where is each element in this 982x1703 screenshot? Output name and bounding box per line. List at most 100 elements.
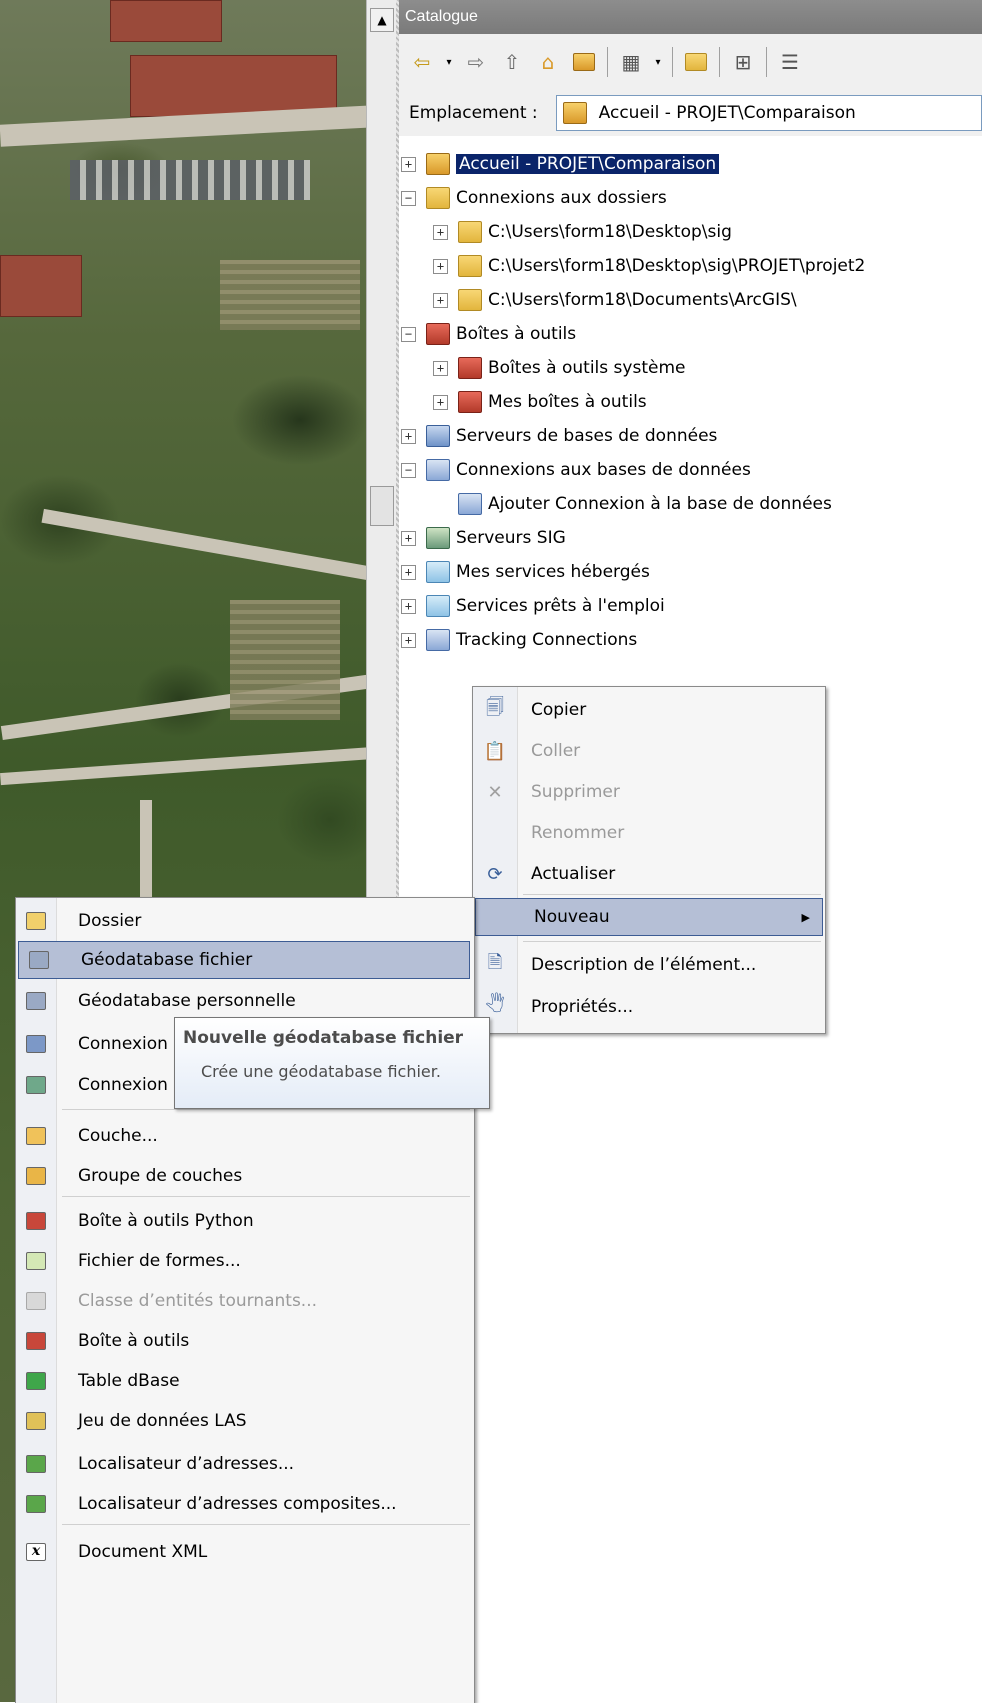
toolbar-separator: [766, 47, 767, 77]
connect-folder-icon[interactable]: [569, 47, 599, 77]
tree-view-icon[interactable]: ⊞: [728, 47, 758, 77]
toolbar-separator: [672, 47, 673, 77]
collapse-icon[interactable]: −: [401, 326, 416, 342]
back-arrow-icon[interactable]: ⇦: [407, 47, 437, 77]
context-menu-item[interactable]: 🖑 Propriétés...: [473, 988, 825, 1026]
context-menu-item[interactable]: 🗎 Description de l’élément...: [473, 946, 825, 984]
views-icon[interactable]: ▦: [616, 47, 646, 77]
submenu-item[interactable]: Fichier de formes...: [16, 1241, 474, 1281]
context-menu-item[interactable]: 🗐 Copier: [473, 691, 825, 729]
scroll-up-button[interactable]: ▲: [370, 8, 394, 32]
tree-item[interactable]: − Boîtes à outils: [399, 317, 982, 351]
catalogue-title: Catalogue: [399, 0, 982, 34]
context-menu-item[interactable]: ⟳ Actualiser: [473, 855, 825, 893]
server-connection-icon: [16, 1076, 56, 1094]
tree-item[interactable]: + Serveurs SIG: [399, 521, 982, 555]
tree-item[interactable]: + Services prêts à l'emploi: [399, 589, 982, 623]
submenu-item[interactable]: Boîte à outils Python: [16, 1201, 474, 1241]
menu-separator: [62, 1109, 470, 1110]
context-menu-item[interactable]: Renommer: [473, 814, 825, 852]
garden-plots: [230, 600, 340, 720]
expand-icon[interactable]: +: [401, 156, 416, 172]
submenu-item[interactable]: Géodatabase fichier: [18, 941, 470, 979]
copy-icon: 🗐: [486, 697, 504, 718]
submenu-item-label: Groupe de couches: [78, 1166, 243, 1186]
las-dataset-icon: [16, 1412, 56, 1430]
tree-item[interactable]: + C:\Users\form18\Documents\ArcGIS\: [399, 283, 982, 317]
expand-icon[interactable]: +: [401, 632, 416, 648]
submenu-item[interactable]: Groupe de couches: [16, 1156, 474, 1196]
description-icon: 🗎: [487, 952, 503, 973]
submenu-item[interactable]: Table dBase: [16, 1361, 474, 1401]
path: [41, 508, 375, 586]
path: [140, 800, 152, 910]
building: [130, 55, 337, 117]
tree-item-label: Boîtes à outils système: [488, 358, 686, 378]
group-layer-icon: [16, 1167, 56, 1185]
expand-icon[interactable]: +: [401, 564, 416, 580]
dropdown-arrow-icon[interactable]: ▾: [652, 47, 664, 77]
svc-icon: [426, 595, 450, 617]
up-arrow-icon: ▲: [377, 13, 387, 27]
collapse-icon[interactable]: −: [401, 190, 416, 206]
tree-item[interactable]: + C:\Users\form18\Desktop\sig\PROJET\proj…: [399, 249, 982, 283]
tree-item-label: Serveurs de bases de données: [456, 426, 718, 446]
tree-item[interactable]: − Connexions aux bases de données: [399, 453, 982, 487]
menu-separator: [62, 1196, 470, 1197]
expand-icon[interactable]: +: [433, 394, 448, 410]
submenu-item[interactable]: Boîte à outils: [16, 1321, 474, 1361]
tree-item[interactable]: + Mes boîtes à outils: [399, 385, 982, 419]
context-menu-item[interactable]: Nouveau ▶: [475, 898, 823, 936]
expand-icon[interactable]: +: [401, 530, 416, 546]
details-icon[interactable]: ☰: [775, 47, 805, 77]
submenu-item[interactable]: Localisateur d’adresses...: [16, 1444, 474, 1484]
home-icon: [426, 153, 450, 175]
tree-item[interactable]: + C:\Users\form18\Desktop\sig: [399, 215, 982, 249]
tree-item-label: C:\Users\form18\Documents\ArcGIS\: [488, 290, 797, 310]
context-menu-item-label: Nouveau: [534, 907, 610, 927]
personal-geodatabase-icon: [16, 992, 56, 1010]
submenu-item[interactable]: Couche...: [16, 1116, 474, 1156]
tree-item[interactable]: + Serveurs de bases de données: [399, 419, 982, 453]
forward-arrow-icon[interactable]: ⇨: [461, 47, 491, 77]
scroll-thumb[interactable]: [370, 486, 394, 526]
up-folder-icon[interactable]: ⇧: [497, 47, 527, 77]
new-folder-icon[interactable]: [681, 47, 711, 77]
submenu-item-label: Connexion: [78, 1075, 168, 1095]
submenu-item[interactable]: Géodatabase personnelle: [16, 981, 474, 1021]
tree-item[interactable]: + Mes services hébergés: [399, 555, 982, 589]
tree-item[interactable]: + Boîtes à outils système: [399, 351, 982, 385]
submenu-item[interactable]: Jeu de données LAS: [16, 1401, 474, 1441]
expand-icon[interactable]: +: [433, 360, 448, 376]
home-folder-icon[interactable]: ⌂: [533, 47, 563, 77]
catalogue-toolbar: ⇦ ▾ ⇨ ⇧ ⌂ ▦ ▾ ⊞ ☰: [399, 34, 982, 91]
menu-separator: [523, 941, 821, 942]
context-menu-item[interactable]: ✕ Supprimer: [473, 773, 825, 811]
refresh-icon: ⟳: [487, 863, 503, 885]
context-menu-item-label: Actualiser: [531, 864, 616, 884]
tree-item[interactable]: − Connexions aux dossiers: [399, 181, 982, 215]
tree-item-label: Connexions aux dossiers: [456, 188, 667, 208]
submenu-item[interactable]: Dossier: [16, 901, 474, 941]
tree-item[interactable]: Ajouter Connexion à la base de données: [399, 487, 982, 521]
dropdown-arrow-icon[interactable]: ▾: [443, 47, 455, 77]
tooltip-title: Nouvelle géodatabase fichier: [183, 1028, 464, 1048]
expand-icon[interactable]: +: [401, 428, 416, 444]
submenu-item[interactable]: Localisateur d’adresses composites...: [16, 1484, 474, 1524]
folder-icon: [16, 912, 56, 930]
location-input[interactable]: Accueil - PROJET\Comparaison: [555, 95, 982, 131]
toolbox-icon: [458, 357, 482, 379]
submenu-item[interactable]: Classe d’entités tournants...: [16, 1281, 474, 1321]
collapse-icon[interactable]: −: [401, 462, 416, 478]
expand-icon[interactable]: +: [433, 224, 448, 240]
expand-icon[interactable]: +: [433, 292, 448, 308]
tree-item[interactable]: + Tracking Connections: [399, 623, 982, 657]
expand-icon[interactable]: +: [401, 598, 416, 614]
submenu-item[interactable]: x Document XML: [16, 1532, 474, 1572]
expand-icon[interactable]: +: [433, 258, 448, 274]
context-menu-item[interactable]: 📋 Coller: [473, 732, 825, 770]
layer-icon: [16, 1127, 56, 1145]
tree-item[interactable]: + Accueil - PROJET\Comparaison: [399, 147, 982, 181]
location-label: Emplacement :: [409, 103, 538, 123]
submenu-item-label: Géodatabase personnelle: [78, 991, 296, 1011]
